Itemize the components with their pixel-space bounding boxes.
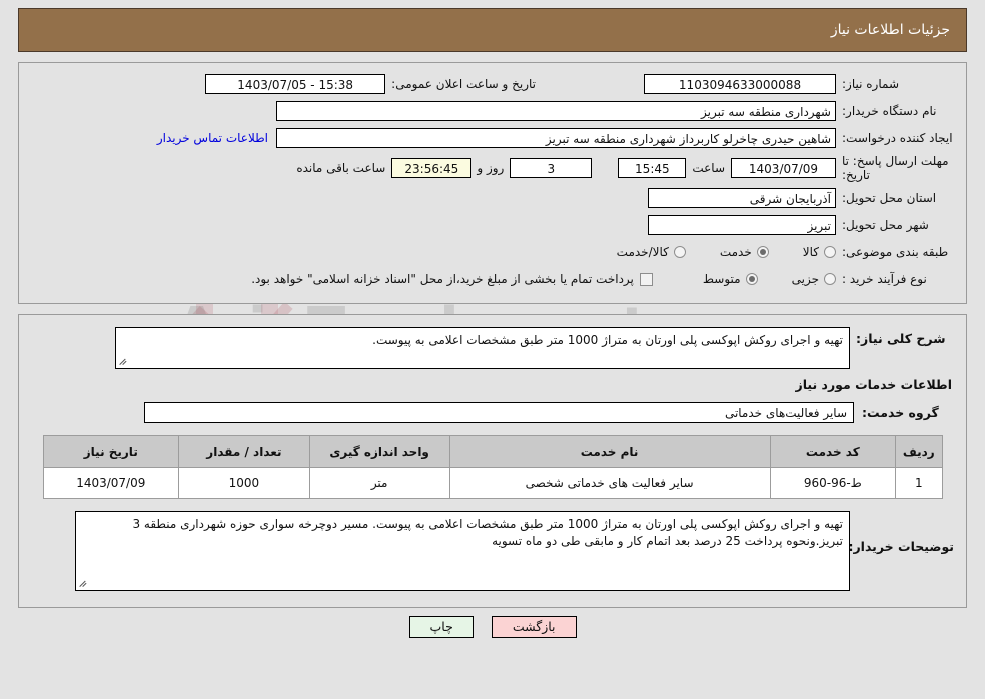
column-header-service-code: کد خدمت bbox=[769, 435, 897, 468]
resize-grip-icon[interactable] bbox=[79, 579, 88, 588]
process-type-label: نوع فرآیند خرید : bbox=[842, 272, 927, 286]
row-province: استان محل تحویل: آذربایجان شرقی bbox=[31, 187, 954, 209]
need-number-label: شماره نیاز: bbox=[842, 77, 899, 91]
back-button[interactable]: بازگشت bbox=[491, 616, 577, 638]
buyer-org-value[interactable]: شهرداری منطقه سه تبریز bbox=[276, 101, 836, 121]
column-header-radif: ردیف bbox=[895, 435, 943, 468]
row-category: طبقه بندی موضوعی: کالا خدمت کالا/خدمت bbox=[31, 241, 954, 263]
row-deadline: مهلت ارسال پاسخ: تا تاریخ: 1403/07/09 سا… bbox=[31, 154, 954, 182]
announce-datetime-label: تاریخ و ساعت اعلان عمومی: bbox=[391, 77, 536, 91]
deadline-days-value[interactable]: 3 bbox=[510, 158, 593, 178]
need-info-panel: شماره نیاز: 1103094633000088 تاریخ و ساع… bbox=[18, 62, 967, 304]
treasury-bond-checkbox-label: پرداخت تمام یا بخشی از مبلغ خرید،از محل … bbox=[251, 272, 634, 286]
services-section-title: اطلاعات خدمات مورد نیاز bbox=[795, 377, 953, 392]
city-value[interactable]: تبریز bbox=[648, 215, 836, 235]
category-radio-group: کالا خدمت کالا/خدمت bbox=[583, 245, 836, 259]
cell-need-date: 1403/07/09 bbox=[42, 467, 180, 499]
cell-quantity: 1000 bbox=[178, 467, 310, 499]
cell-service-name: سایر فعالیت های خدماتی شخصی bbox=[448, 467, 771, 499]
resize-grip-icon[interactable] bbox=[119, 357, 128, 366]
buyer-notes-textarea[interactable]: تهیه و اجرای روکش اپوکسی پلی اورتان به م… bbox=[75, 511, 850, 591]
column-header-unit: واحد اندازه گیری bbox=[308, 435, 450, 468]
radio-circle-selected-icon[interactable] bbox=[745, 273, 758, 285]
cell-service-code: ط-96-960 bbox=[769, 467, 897, 499]
row-buyer-notes: توضیحات خریدار: تهیه و اجرای روکش اپوکسی… bbox=[31, 511, 954, 591]
buyer-org-label: نام دستگاه خریدار: bbox=[842, 104, 937, 118]
process-radio-jozei[interactable]: جزیی bbox=[792, 272, 836, 286]
row-service-group: گروه خدمت: سایر فعالیت‌های خدماتی bbox=[31, 402, 954, 423]
table-header-row: ردیف کد خدمت نام خدمت واحد اندازه گیری ت… bbox=[42, 435, 943, 468]
column-header-need-date: تاریخ نیاز bbox=[42, 435, 180, 468]
need-description-textarea[interactable]: تهیه و اجرای روکش اپوکسی پلی اورتان به م… bbox=[115, 327, 850, 369]
radio-circle-icon[interactable] bbox=[824, 246, 836, 258]
request-creator-value[interactable]: شاهین حیدری چاخرلو کاربرداز شهرداری منطق… bbox=[276, 128, 836, 148]
deadline-time-label: ساعت bbox=[692, 161, 725, 175]
category-radio-khedmat-label: خدمت bbox=[719, 245, 752, 259]
buyer-contact-link[interactable]: اطلاعات تماس خریدار bbox=[149, 131, 276, 145]
request-creator-label: ایجاد کننده درخواست: bbox=[842, 131, 953, 145]
process-radio-motavaset-label: متوسط bbox=[702, 272, 741, 286]
checkbox-icon[interactable] bbox=[639, 272, 653, 286]
category-radio-khedmat[interactable]: خدمت bbox=[720, 245, 769, 259]
province-value[interactable]: آذربایجان شرقی bbox=[648, 188, 836, 208]
services-table: ردیف کد خدمت نام خدمت واحد اندازه گیری ت… bbox=[42, 435, 943, 499]
row-need-number: شماره نیاز: 1103094633000088 تاریخ و ساع… bbox=[31, 73, 954, 95]
need-number-value[interactable]: 1103094633000088 bbox=[644, 74, 836, 94]
column-header-quantity: تعداد / مقدار bbox=[178, 435, 310, 468]
row-buyer-org: نام دستگاه خریدار: شهرداری منطقه سه تبری… bbox=[31, 100, 954, 122]
cell-radif: 1 bbox=[895, 467, 943, 499]
service-group-value[interactable]: سایر فعالیت‌های خدماتی bbox=[144, 402, 854, 423]
category-radio-kala[interactable]: کالا bbox=[803, 245, 836, 259]
treasury-bond-checkbox-item[interactable]: پرداخت تمام یا بخشی از مبلغ خرید،از محل … bbox=[251, 272, 653, 286]
row-city: شهر محل تحویل: تبریز bbox=[31, 214, 954, 236]
process-radio-motavaset[interactable]: متوسط bbox=[703, 272, 758, 286]
deadline-countdown-label: ساعت باقی مانده bbox=[296, 161, 386, 175]
category-radio-kala-khedmat-label: کالا/خدمت bbox=[616, 245, 669, 259]
deadline-days-label: روز و bbox=[477, 161, 505, 175]
buyer-notes-text: تهیه و اجرای روکش اپوکسی پلی اورتان به م… bbox=[132, 517, 843, 548]
table-row: 1 ط-96-960 سایر فعالیت های خدماتی شخصی م… bbox=[42, 467, 943, 499]
radio-circle-selected-icon[interactable] bbox=[756, 246, 769, 258]
page-header: جزئیات اطلاعات نیاز bbox=[18, 8, 967, 52]
print-button[interactable]: چاپ bbox=[408, 616, 474, 638]
deadline-label: مهلت ارسال پاسخ: تا تاریخ: bbox=[842, 154, 949, 182]
process-radio-jozei-label: جزیی bbox=[791, 272, 819, 286]
category-radio-kala-label: کالا bbox=[802, 245, 819, 259]
need-description-text: تهیه و اجرای روکش اپوکسی پلی اورتان به م… bbox=[372, 333, 843, 347]
radio-circle-icon[interactable] bbox=[824, 273, 836, 285]
deadline-date-value[interactable]: 1403/07/09 bbox=[731, 158, 836, 178]
category-radio-kala-khedmat[interactable]: کالا/خدمت bbox=[617, 245, 686, 259]
row-process-type: نوع فرآیند خرید : جزیی متوسط پرداخت تمام… bbox=[31, 268, 954, 290]
category-label: طبقه بندی موضوعی: bbox=[842, 245, 949, 259]
city-label: شهر محل تحویل: bbox=[842, 218, 929, 232]
deadline-countdown-value: 23:56:45 bbox=[391, 158, 472, 178]
page-title: جزئیات اطلاعات نیاز bbox=[830, 22, 950, 38]
radio-circle-icon[interactable] bbox=[673, 246, 686, 258]
row-request-creator: ایجاد کننده درخواست: شاهین حیدری چاخرلو … bbox=[31, 127, 954, 149]
need-description-label: شرح کلی نیاز: bbox=[856, 331, 946, 346]
row-need-description: شرح کلی نیاز: تهیه و اجرای روکش اپوکسی پ… bbox=[31, 327, 954, 369]
announce-datetime-value[interactable]: 15:38 - 1403/07/05 bbox=[205, 74, 386, 94]
deadline-time-value[interactable]: 15:45 bbox=[618, 158, 687, 178]
service-group-label: گروه خدمت: bbox=[862, 405, 939, 420]
service-details-panel: شرح کلی نیاز: تهیه و اجرای روکش اپوکسی پ… bbox=[18, 314, 967, 608]
cell-unit: متر bbox=[308, 467, 450, 499]
province-label: استان محل تحویل: bbox=[842, 191, 937, 205]
column-header-service-name: نام خدمت bbox=[448, 435, 771, 468]
buyer-notes-label: توضیحات خریدار: bbox=[848, 539, 954, 554]
footer-actions: بازگشت چاپ bbox=[18, 616, 967, 638]
process-type-radio-group: جزیی متوسط bbox=[669, 272, 836, 286]
